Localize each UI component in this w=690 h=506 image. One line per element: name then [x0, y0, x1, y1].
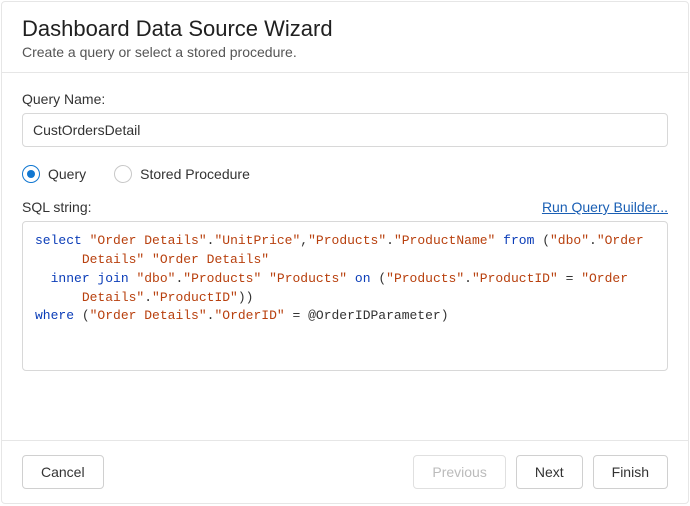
finish-button[interactable]: Finish: [593, 455, 668, 489]
query-name-input[interactable]: [22, 113, 668, 147]
sql-string-editor[interactable]: select "Order Details"."UnitPrice","Prod…: [22, 221, 668, 371]
run-query-builder-link[interactable]: Run Query Builder...: [542, 199, 668, 215]
wizard-dialog: Dashboard Data Source Wizard Create a qu…: [1, 1, 689, 504]
wizard-subtitle: Create a query or select a stored proced…: [22, 44, 668, 60]
wizard-body: Query Name: Query Stored Procedure SQL s…: [2, 73, 688, 440]
radio-stored-procedure[interactable]: Stored Procedure: [114, 165, 250, 183]
wizard-title: Dashboard Data Source Wizard: [22, 16, 668, 42]
sql-string-label: SQL string:: [22, 199, 92, 215]
radio-stored-procedure-label: Stored Procedure: [140, 166, 250, 182]
previous-button: Previous: [413, 455, 505, 489]
query-name-label: Query Name:: [22, 91, 668, 107]
radio-query[interactable]: Query: [22, 165, 86, 183]
wizard-header: Dashboard Data Source Wizard Create a qu…: [2, 2, 688, 73]
wizard-footer: Cancel Previous Next Finish: [2, 440, 688, 503]
radio-icon: [114, 165, 132, 183]
next-button[interactable]: Next: [516, 455, 583, 489]
cancel-button[interactable]: Cancel: [22, 455, 104, 489]
radio-query-label: Query: [48, 166, 86, 182]
radio-icon: [22, 165, 40, 183]
query-type-radio-group: Query Stored Procedure: [22, 165, 668, 183]
sql-label-row: SQL string: Run Query Builder...: [22, 199, 668, 215]
